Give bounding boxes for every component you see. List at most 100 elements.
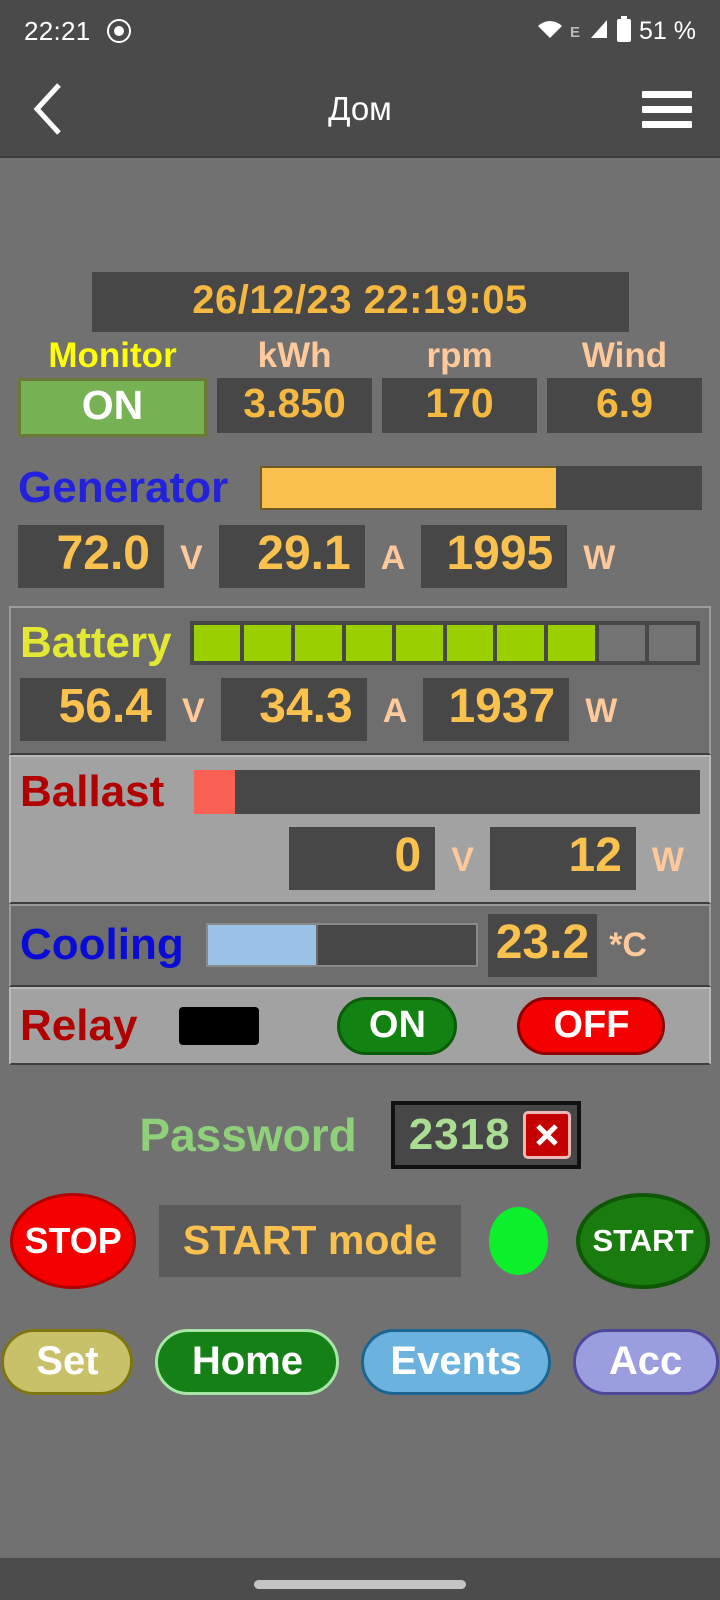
signal-icon <box>587 18 609 45</box>
cooling-progress-track <box>205 923 478 968</box>
password-label: Password <box>139 1108 357 1161</box>
battery-segment <box>548 624 595 661</box>
battery-title: Battery <box>20 617 172 667</box>
password-input[interactable]: 2318 <box>390 1100 581 1169</box>
status-clock: 22:21 <box>24 15 91 46</box>
hamburger-menu-icon[interactable] <box>642 90 692 128</box>
battery-segment <box>497 624 545 661</box>
ballast-voltage-cell: 0 V <box>289 826 490 890</box>
monitor-toggle-button[interactable]: ON <box>18 377 208 437</box>
generator-readouts: 72.0 V 29.1 A 1995 W <box>18 524 702 588</box>
metric-rpm: rpm 170 <box>382 336 538 437</box>
generator-current-unit: A <box>380 538 406 577</box>
metrics-row: Monitor ON kWh 3.850 rpm 170 Wind 6.9 <box>0 332 720 437</box>
ballast-progress-track <box>194 769 700 814</box>
close-x-icon[interactable] <box>522 1110 571 1159</box>
ballast-voltage-unit: V <box>451 840 474 879</box>
ballast-progress-fill <box>194 769 235 814</box>
nav-button-set[interactable]: Set <box>1 1328 134 1395</box>
stop-button[interactable]: STOP <box>10 1192 137 1289</box>
action-row: STOP START mode START <box>0 1192 720 1289</box>
battery-voltage-value: 56.4 <box>20 677 166 741</box>
battery-icon <box>616 15 632 47</box>
nav-button-events[interactable]: Events <box>361 1328 551 1395</box>
battery-current-cell: 34.3 A <box>220 677 424 741</box>
nav-button-home[interactable]: Home <box>155 1328 340 1395</box>
battery-voltage-cell: 56.4 V <box>20 677 221 741</box>
metric-value: 6.9 <box>547 377 702 433</box>
ballast-section: Ballast 0 V 12 W <box>9 754 711 904</box>
cooling-temperature-value: 23.2 <box>487 913 598 977</box>
cooling-temperature-unit: *C <box>609 925 647 964</box>
metric-monitor: Monitor ON <box>18 336 208 437</box>
datetime-display: 26/12/23 22:19:05 <box>91 272 629 332</box>
generator-current-value: 29.1 <box>218 524 365 588</box>
battery-segment-bar <box>189 620 700 665</box>
battery-readouts: 56.4 V 34.3 A 1937 W <box>20 677 700 741</box>
system-navigation-bar <box>0 1558 720 1600</box>
home-gesture-pill[interactable] <box>254 1579 466 1589</box>
password-row: Password 2318 <box>0 1100 720 1169</box>
generator-current-cell: 29.1 A <box>218 524 422 588</box>
back-button[interactable] <box>8 81 88 137</box>
generator-voltage-unit: V <box>180 538 203 577</box>
datetime-row: 26/12/23 22:19:05 <box>0 158 720 332</box>
battery-segment <box>345 624 393 661</box>
generator-header: Generator <box>18 463 702 513</box>
network-type-label: E <box>570 23 581 41</box>
cooling-section: Cooling 23.2 *C <box>9 903 711 987</box>
cooling-progress-fill <box>207 925 318 966</box>
generator-voltage-cell: 72.0 V <box>18 524 219 588</box>
start-mode-display[interactable]: START mode <box>159 1204 461 1277</box>
ballast-power-unit: W <box>651 840 684 879</box>
start-button[interactable]: START <box>576 1192 710 1289</box>
ballast-readouts: 0 V 12 W <box>20 826 700 890</box>
generator-progress-fill <box>260 465 557 510</box>
battery-segment <box>244 624 291 661</box>
battery-header: Battery <box>20 618 700 668</box>
password-value: 2318 <box>408 1109 511 1159</box>
battery-power-unit: W <box>585 691 618 730</box>
battery-current-value: 34.3 <box>220 677 367 741</box>
bottom-nav: Set Home Events Acc <box>0 1328 720 1395</box>
ballast-spacer <box>52 827 289 890</box>
generator-power-value: 1995 <box>421 524 568 588</box>
metric-label: kWh <box>257 336 332 375</box>
battery-percent-label: 51 % <box>639 16 696 45</box>
generator-section: Generator 72.0 V 29.1 A 1995 W <box>0 437 720 588</box>
generator-power-unit: W <box>583 538 616 577</box>
battery-current-unit: A <box>382 691 408 730</box>
relay-title: Relay <box>20 1000 138 1050</box>
battery-segment <box>649 624 697 661</box>
wifi-icon <box>537 19 563 44</box>
ballast-title: Ballast <box>20 766 165 816</box>
ballast-voltage-value: 0 <box>289 826 436 890</box>
status-bar-right: E 51 % <box>537 15 696 47</box>
app-bar: Дом <box>0 62 720 158</box>
status-bar: 22:21 E 51 % <box>0 0 720 62</box>
relay-section: Relay ON OFF <box>9 986 711 1065</box>
metric-value: 3.850 <box>217 377 373 433</box>
status-led-indicator <box>488 1206 549 1275</box>
ballast-power-cell: 12 W <box>489 826 700 890</box>
metric-label: rpm <box>426 336 493 375</box>
battery-segment <box>193 624 241 661</box>
generator-progress-track <box>260 465 702 510</box>
relay-off-button[interactable]: OFF <box>517 996 666 1055</box>
battery-segment <box>396 624 443 661</box>
metric-label: Wind <box>581 336 668 375</box>
main-screen: 26/12/23 22:19:05 Monitor ON kWh 3.850 r… <box>0 158 720 1600</box>
metric-value: 170 <box>382 377 538 433</box>
ballast-header: Ballast <box>20 767 700 817</box>
gps-icon <box>106 19 131 43</box>
generator-power-cell: 1995 W <box>421 524 631 588</box>
relay-on-button[interactable]: ON <box>337 996 458 1055</box>
battery-voltage-unit: V <box>182 691 205 730</box>
metric-kwh: kWh 3.850 <box>217 336 373 437</box>
battery-section: Battery 56.4 V 34.3 A 1937 W <box>9 605 711 755</box>
battery-segment <box>294 624 342 661</box>
metric-label: Monitor <box>48 336 177 375</box>
nav-button-acc[interactable]: Acc <box>572 1328 719 1395</box>
generator-voltage-value: 72.0 <box>18 524 164 588</box>
battery-power-cell: 1937 W <box>423 677 633 741</box>
